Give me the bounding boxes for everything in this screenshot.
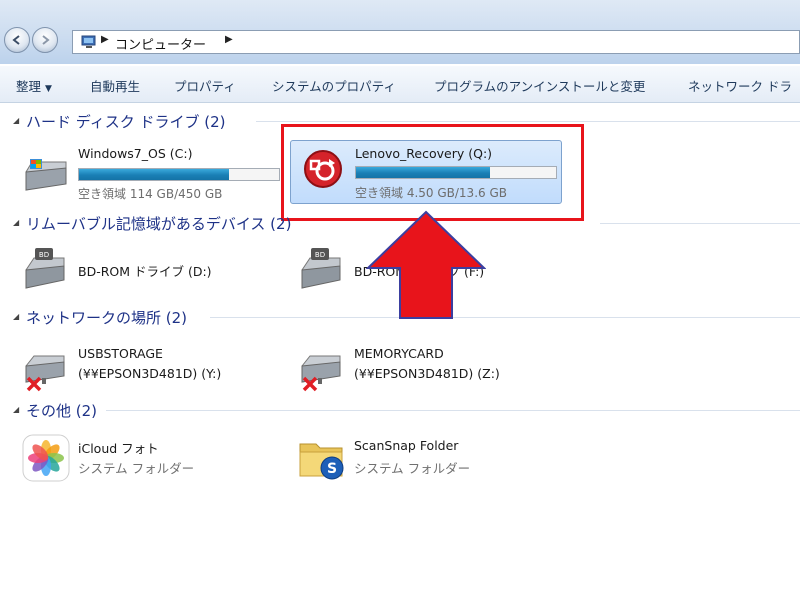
network-drive-disconnected-icon <box>298 348 346 396</box>
network-drive-tile-y[interactable]: USBSTORAGE (¥¥EPSON3D481D) (Y:) <box>22 342 292 402</box>
network-drive-path: (¥¥EPSON3D481D) (Y:) <box>78 366 222 381</box>
back-icon <box>12 35 20 45</box>
organize-menu[interactable]: 整理 ▼ <box>16 76 52 95</box>
folder-name: ScanSnap Folder <box>354 438 459 453</box>
collapse-triangle-icon: ◢ <box>13 218 20 227</box>
address-bar[interactable]: ▶ コンピューター ▶ <box>72 30 800 54</box>
group-header-other[interactable]: ◢ その他 (2) <box>10 399 800 421</box>
svg-text:BD: BD <box>315 251 325 259</box>
scansnap-folder-icon: S <box>298 434 346 486</box>
network-drive-name: USBSTORAGE <box>78 346 163 361</box>
group-title: リムーバブル記憶域があるデバイス (2) <box>26 215 292 233</box>
computer-icon <box>81 35 97 53</box>
breadcrumb-dropdown-icon[interactable]: ▶ <box>225 34 233 45</box>
title-bar: ▶ コンピューター ▶ <box>0 0 800 64</box>
autoplay-button[interactable]: 自動再生 <box>90 76 140 95</box>
folder-type: システム フォルダー <box>354 461 471 476</box>
uninstall-program-button[interactable]: プログラムのアンインストールと変更 <box>434 76 645 95</box>
svg-text:BD: BD <box>39 251 49 259</box>
svg-text:S: S <box>327 461 337 477</box>
network-drive-name: MEMORYCARD <box>354 346 444 361</box>
collapse-triangle-icon: ◢ <box>13 405 20 414</box>
chevron-down-icon: ▼ <box>45 84 52 94</box>
bd-rom-icon: BD <box>298 248 346 296</box>
collapse-triangle-icon: ◢ <box>13 312 20 321</box>
capacity-bar <box>78 168 280 181</box>
organize-label: 整理 <box>16 79 42 94</box>
bd-rom-icon: BD <box>22 248 70 296</box>
folder-name: iCloud フォト <box>78 441 159 456</box>
forward-button[interactable] <box>32 27 58 53</box>
properties-button[interactable]: プロパティ <box>174 76 236 95</box>
group-title: その他 (2) <box>26 402 98 420</box>
divider <box>256 121 800 122</box>
folder-tile-icloud-photos[interactable]: iCloud フォト システム フォルダー <box>22 434 292 494</box>
forward-icon <box>42 35 50 45</box>
folder-type: システム フォルダー <box>78 461 195 476</box>
network-drive-path: (¥¥EPSON3D481D) (Z:) <box>354 366 500 381</box>
drive-tile-c[interactable]: Windows7_OS (C:) 空き領域 114 GB/450 GB <box>22 142 292 202</box>
capacity-bar-fill <box>79 169 229 180</box>
divider <box>210 317 800 318</box>
breadcrumb-separator-icon[interactable]: ▶ <box>101 34 109 45</box>
photos-icon <box>22 434 70 486</box>
divider <box>600 223 800 224</box>
back-button[interactable] <box>4 27 30 53</box>
network-drive-tile-z[interactable]: MEMORYCARD (¥¥EPSON3D481D) (Z:) <box>298 342 568 402</box>
drive-tile-d[interactable]: BD BD-ROM ドライブ (D:) <box>22 248 292 308</box>
collapse-triangle-icon: ◢ <box>13 116 20 125</box>
breadcrumb-computer[interactable]: コンピューター <box>115 34 206 53</box>
map-network-drive-button[interactable]: ネットワーク ドラ <box>688 76 792 95</box>
group-title: ネットワークの場所 (2) <box>26 309 188 327</box>
up-arrow-annotation <box>366 210 486 319</box>
divider <box>106 410 800 411</box>
annotation-highlight-box <box>281 124 584 221</box>
free-space-text: 空き領域 114 GB/450 GB <box>78 187 223 201</box>
drive-name: Windows7_OS (C:) <box>78 146 193 161</box>
command-bar: 整理 ▼ 自動再生 プロパティ システムのプロパティ プログラムのアンインストール… <box>0 66 800 103</box>
network-drive-disconnected-icon <box>22 348 70 396</box>
group-title: ハード ディスク ドライブ (2) <box>26 113 226 131</box>
drive-name: BD-ROM ドライブ (D:) <box>78 264 212 279</box>
folder-tile-scansnap[interactable]: S ScanSnap Folder システム フォルダー <box>298 434 568 494</box>
hard-drive-icon <box>22 156 70 200</box>
system-properties-button[interactable]: システムのプロパティ <box>272 76 396 95</box>
